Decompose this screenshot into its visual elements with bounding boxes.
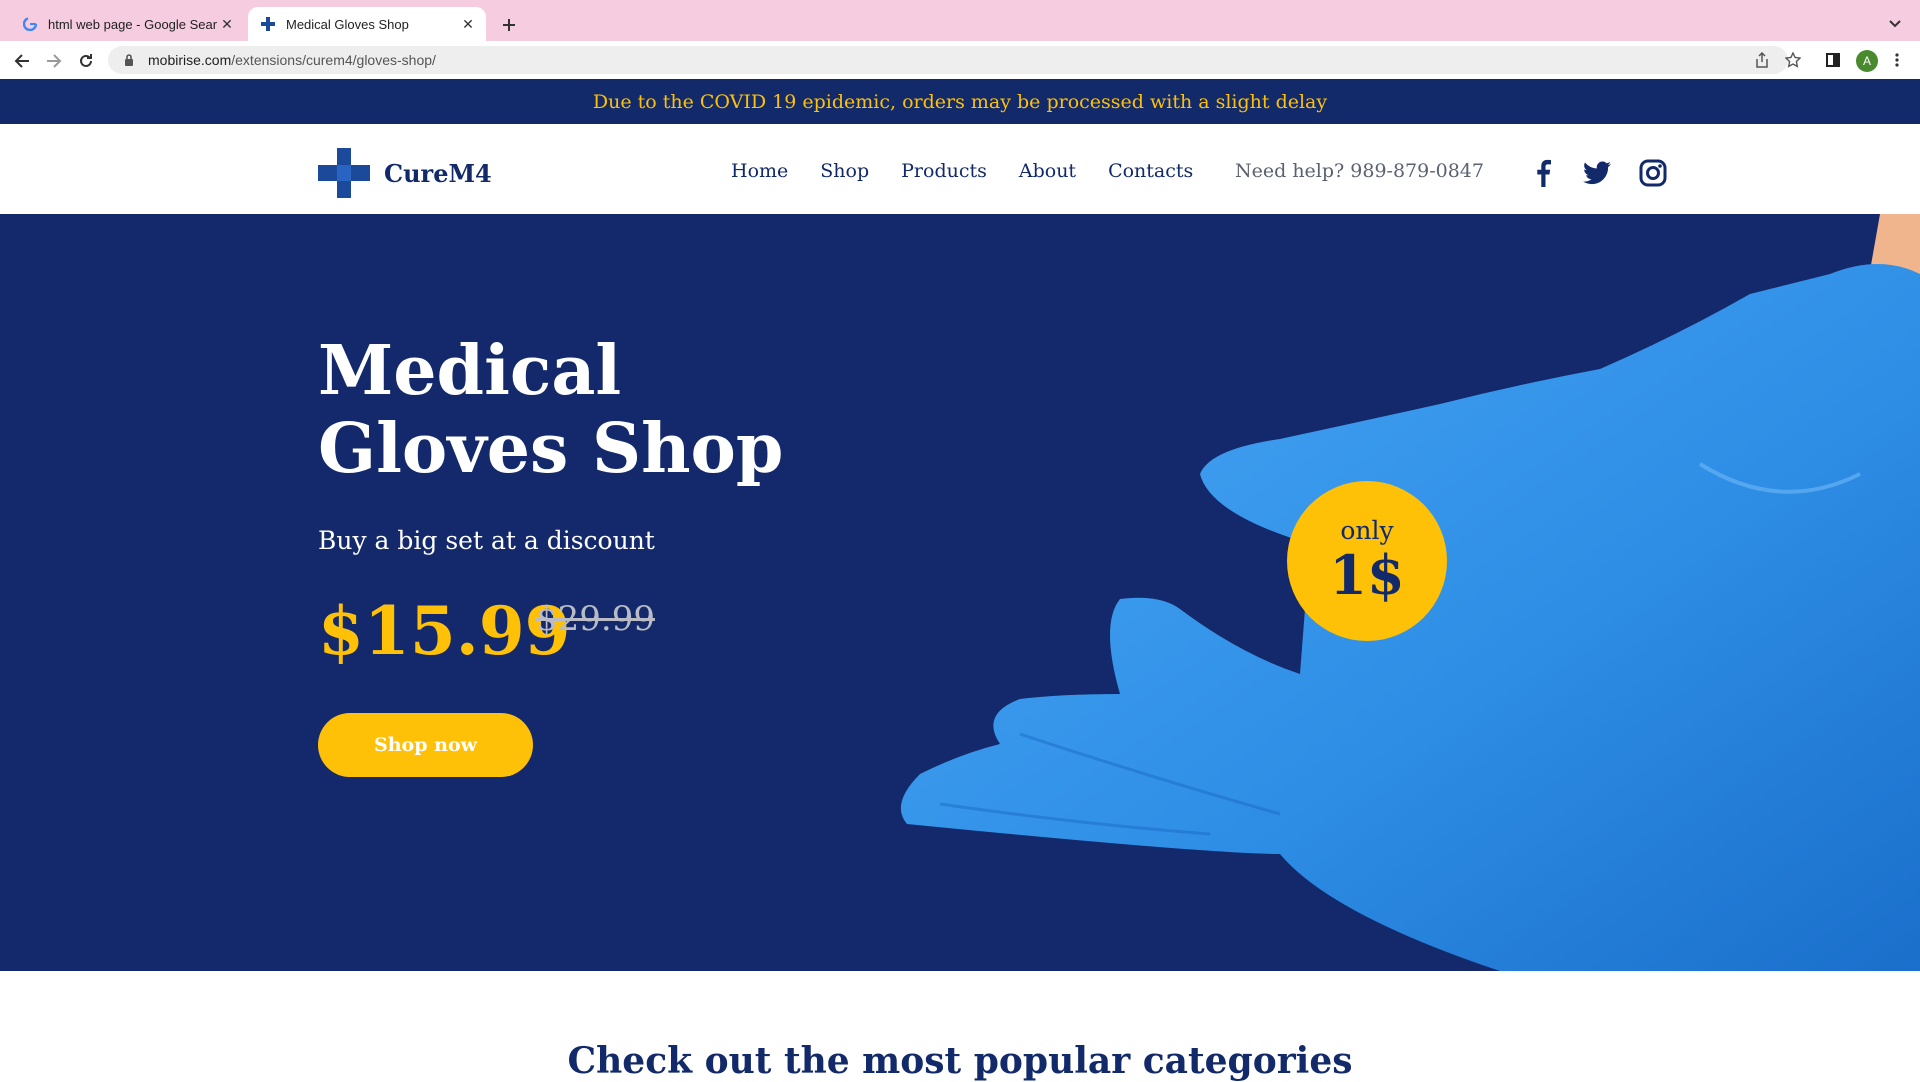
help-phone[interactable]: Need help? 989-879-0847	[1235, 160, 1484, 182]
facebook-icon[interactable]	[1528, 158, 1558, 188]
nav-shop[interactable]: Shop	[820, 160, 869, 182]
url-domain: mobirise.com	[148, 52, 232, 68]
hero-title-line1: Medical	[318, 331, 622, 411]
browser-tab-strip: html web page - Google Search ✕ Medical …	[0, 0, 1920, 41]
hero-title-line2: Gloves Shop	[318, 409, 784, 489]
side-panel-icon[interactable]	[1822, 49, 1844, 71]
badge-value: 1$	[1329, 543, 1405, 607]
categories-heading: Check out the most popular categories	[567, 1040, 1353, 1082]
forward-arrow-icon[interactable]	[40, 47, 68, 75]
nav-about[interactable]: About	[1019, 160, 1076, 182]
kebab-menu-icon[interactable]	[1886, 49, 1908, 71]
shop-now-button[interactable]: Shop now	[318, 713, 533, 777]
nav-home[interactable]: Home	[731, 160, 788, 182]
share-icon[interactable]	[1753, 51, 1771, 69]
original-price: $29.99	[536, 599, 655, 639]
price-badge: only 1$	[1287, 481, 1447, 641]
back-arrow-icon[interactable]	[8, 47, 36, 75]
instagram-icon[interactable]	[1638, 158, 1668, 188]
nav-contacts[interactable]: Contacts	[1108, 160, 1193, 182]
hero-subtitle: Buy a big set at a discount	[318, 526, 655, 555]
medical-cross-logo-icon	[318, 148, 370, 198]
close-icon[interactable]: ✕	[217, 14, 237, 34]
url-text[interactable]: mobirise.com/extensions/curem4/gloves-sh…	[148, 52, 436, 68]
twitter-icon[interactable]	[1582, 158, 1612, 188]
star-icon[interactable]	[1784, 51, 1802, 69]
profile-avatar[interactable]: A	[1856, 50, 1878, 72]
tab-title: Medical Gloves Shop	[286, 16, 409, 32]
address-bar[interactable]: mobirise.com/extensions/curem4/gloves-sh…	[108, 46, 1801, 74]
hero-section: Medical Gloves Shop Buy a big set at a d…	[0, 214, 1920, 971]
url-path: /extensions/curem4/gloves-shop/	[231, 52, 436, 68]
close-icon[interactable]: ✕	[458, 14, 478, 34]
medical-cross-icon	[260, 16, 276, 32]
site-header: CureM4 Home Shop Products About Contacts…	[0, 124, 1920, 214]
browser-toolbar: mobirise.com/extensions/curem4/gloves-sh…	[0, 41, 1920, 79]
google-icon	[22, 16, 38, 32]
reload-icon[interactable]	[72, 47, 100, 75]
nav-products[interactable]: Products	[901, 160, 987, 182]
chevron-down-icon[interactable]	[1884, 13, 1906, 35]
brand-name: CureM4	[384, 158, 492, 188]
main-nav: Home Shop Products About Contacts	[731, 160, 1225, 182]
sale-price: $15.99	[318, 592, 571, 670]
tab-medical-gloves-shop[interactable]: Medical Gloves Shop ✕	[248, 7, 486, 41]
hero-title: Medical Gloves Shop	[318, 332, 918, 488]
notice-text: Due to the COVID 19 epidemic, orders may…	[592, 90, 1328, 113]
tab-google-search[interactable]: html web page - Google Search ✕	[10, 7, 245, 41]
badge-label: only	[1340, 516, 1394, 545]
tab-title: html web page - Google Search	[48, 16, 217, 32]
lock-icon[interactable]	[122, 53, 136, 67]
site-logo[interactable]: CureM4	[318, 148, 492, 198]
covid-notice-bar: Due to the COVID 19 epidemic, orders may…	[0, 79, 1920, 124]
new-tab-button[interactable]	[496, 12, 522, 38]
